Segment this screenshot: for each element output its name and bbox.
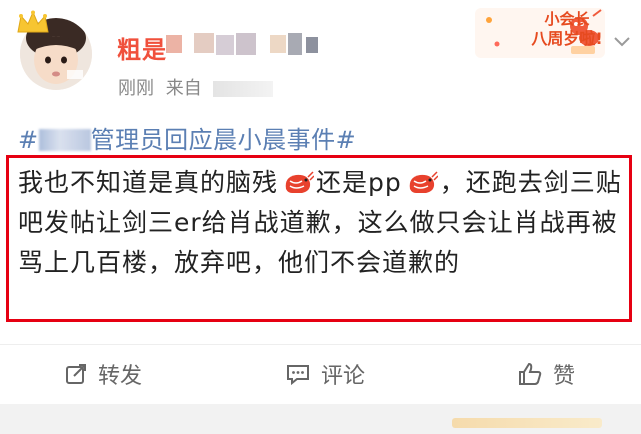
badge-line1: 小会长: [544, 10, 590, 28]
topic-prefix: #: [18, 126, 39, 154]
badge-text: 小会长 八周岁啦!: [529, 9, 605, 49]
post-text-seg1: 我也不知道是真的脑残: [18, 168, 279, 197]
topic-hashtag[interactable]: # 管理员回应晨小晨事件#: [18, 120, 356, 155]
repost-label: 转发: [98, 364, 143, 389]
shrimp-emoji-icon: [285, 171, 315, 193]
post-meta: 刚刚 来自: [118, 74, 279, 100]
like-button[interactable]: 赞: [517, 352, 575, 396]
comment-label: 评论: [321, 364, 366, 389]
next-post-preview: [452, 418, 602, 428]
badge-line2: 八周岁啦!: [531, 29, 603, 48]
comment-icon: [287, 365, 309, 386]
blurred-name-redaction: [166, 33, 318, 55]
topic-redaction: [38, 129, 91, 151]
crown-icon: [17, 10, 49, 33]
source-redaction: [213, 81, 274, 97]
repost-button[interactable]: 转发: [64, 352, 142, 396]
post-source-label: 来自: [165, 78, 202, 99]
divider: [0, 344, 641, 345]
shrimp-emoji-icon: [409, 171, 438, 193]
topic-suffix: 管理员回应晨小晨事件#: [90, 126, 357, 154]
thumbs-up-icon: [519, 362, 542, 385]
action-bar: 转发 评论 赞: [0, 352, 641, 396]
comment-button[interactable]: 评论: [285, 352, 365, 396]
post-time: 刚刚: [118, 78, 154, 99]
repost-icon: [66, 364, 86, 384]
post-body: 我也不知道是真的脑残 还是pp ，还跑去剑三贴吧发帖让剑三er给肖战道歉，这么做…: [18, 163, 633, 283]
chevron-down-icon[interactable]: [613, 36, 631, 48]
like-label: 赞: [553, 364, 576, 389]
next-post-separator: [0, 404, 641, 434]
post-text-seg2: 还是pp: [316, 168, 402, 197]
